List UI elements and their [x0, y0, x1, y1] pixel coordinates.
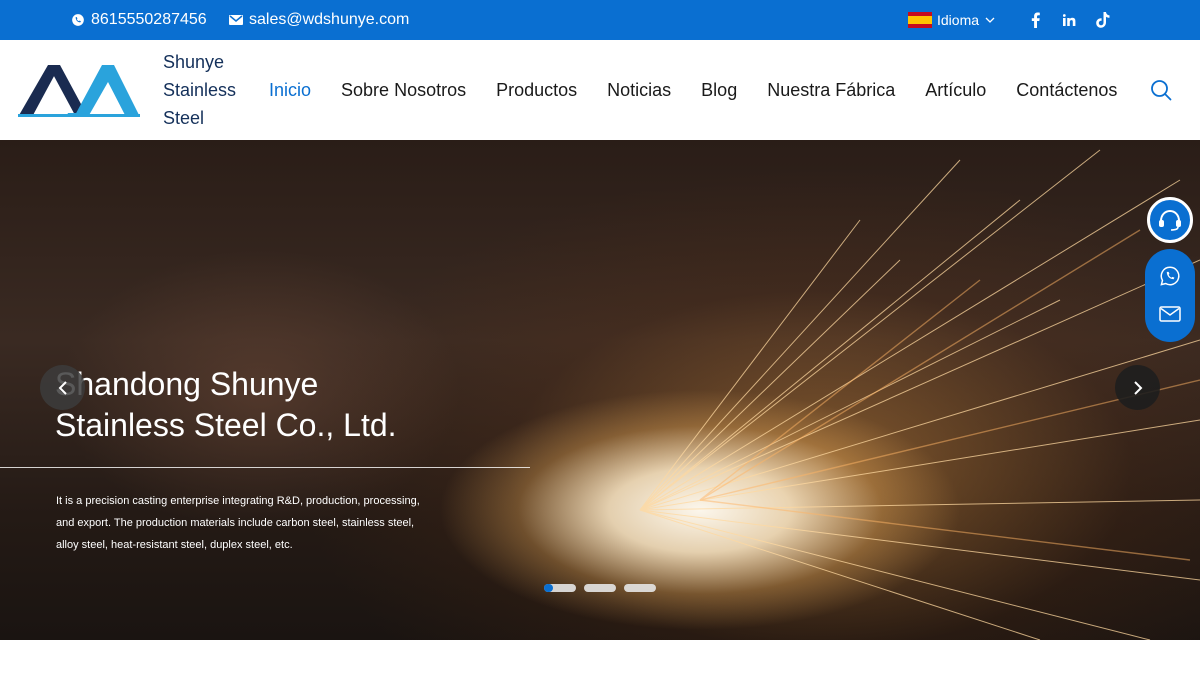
headset-icon	[1159, 209, 1181, 231]
whatsapp-icon	[1160, 266, 1180, 286]
nav-item-blog[interactable]: Blog	[701, 80, 737, 101]
nav-item-inicio[interactable]: Inicio	[269, 80, 311, 101]
site-header: Shunye Stainless Steel Inicio Sobre Noso…	[0, 40, 1200, 140]
chevron-right-icon	[1133, 380, 1142, 395]
slider-dot-3[interactable]	[624, 584, 656, 592]
email-address: sales@wdshunye.com	[249, 11, 410, 28]
flag-es-icon	[908, 12, 932, 28]
floating-contact-panel	[1145, 249, 1195, 342]
brand-line-1: Shunye	[163, 52, 225, 72]
search-icon[interactable]	[1150, 79, 1172, 101]
main-nav: Inicio Sobre Nosotros Productos Noticias…	[269, 40, 1147, 140]
nav-item-nuestra-fabrica[interactable]: Nuestra Fábrica	[767, 80, 895, 101]
hero-divider	[0, 467, 530, 468]
mail-icon	[229, 15, 243, 25]
company-logo[interactable]	[18, 60, 140, 120]
hero-description: It is a precision casting enterprise int…	[56, 495, 420, 551]
facebook-link[interactable]	[1025, 10, 1045, 30]
hero-title-line-1: Shandong Shunye	[55, 366, 319, 402]
hero-title: Shandong Shunye Stainless Steel Co., Ltd…	[55, 364, 475, 446]
mail-icon	[1159, 306, 1181, 322]
brand-name[interactable]: Shunye Stainless Steel	[163, 48, 253, 132]
slider-dot-2[interactable]	[584, 584, 616, 592]
language-selector[interactable]: Idioma	[908, 0, 995, 40]
phone-number: 8615550287456	[91, 11, 207, 28]
phone-contact[interactable]: 8615550287456	[71, 0, 207, 40]
slider-dot-1[interactable]	[544, 584, 576, 592]
brand-line-3: Steel	[163, 108, 205, 128]
customer-service-button[interactable]	[1147, 197, 1193, 243]
slider-prev-button[interactable]	[40, 365, 85, 410]
hero-title-line-2: Stainless Steel Co., Ltd.	[55, 407, 397, 443]
linkedin-link[interactable]	[1059, 10, 1079, 30]
top-bar: 8615550287456 sales@wdshunye.com Idioma	[0, 0, 1200, 40]
slider-next-button[interactable]	[1115, 365, 1160, 410]
chevron-down-icon	[985, 17, 995, 23]
linkedin-icon	[1062, 14, 1075, 26]
hero-banner: Shandong Shunye Stainless Steel Co., Ltd…	[0, 140, 1200, 640]
slider-pagination	[544, 584, 664, 592]
chevron-left-icon	[58, 380, 67, 395]
facebook-icon	[1031, 12, 1040, 28]
floating-whatsapp-button[interactable]	[1158, 264, 1182, 288]
nav-item-articulo[interactable]: Artículo	[925, 80, 986, 101]
floating-email-button[interactable]	[1158, 302, 1182, 326]
nav-item-sobre-nosotros[interactable]: Sobre Nosotros	[341, 80, 466, 101]
whatsapp-icon	[72, 14, 84, 26]
tiktok-link[interactable]	[1093, 10, 1113, 30]
nav-item-noticias[interactable]: Noticias	[607, 80, 671, 101]
nav-item-contactenos[interactable]: Contáctenos	[1016, 80, 1117, 101]
email-contact[interactable]: sales@wdshunye.com	[229, 0, 409, 40]
brand-line-2: Stainless	[163, 80, 237, 100]
tiktok-icon	[1096, 12, 1110, 28]
nav-item-productos[interactable]: Productos	[496, 80, 577, 101]
language-label: Idioma	[937, 12, 980, 28]
